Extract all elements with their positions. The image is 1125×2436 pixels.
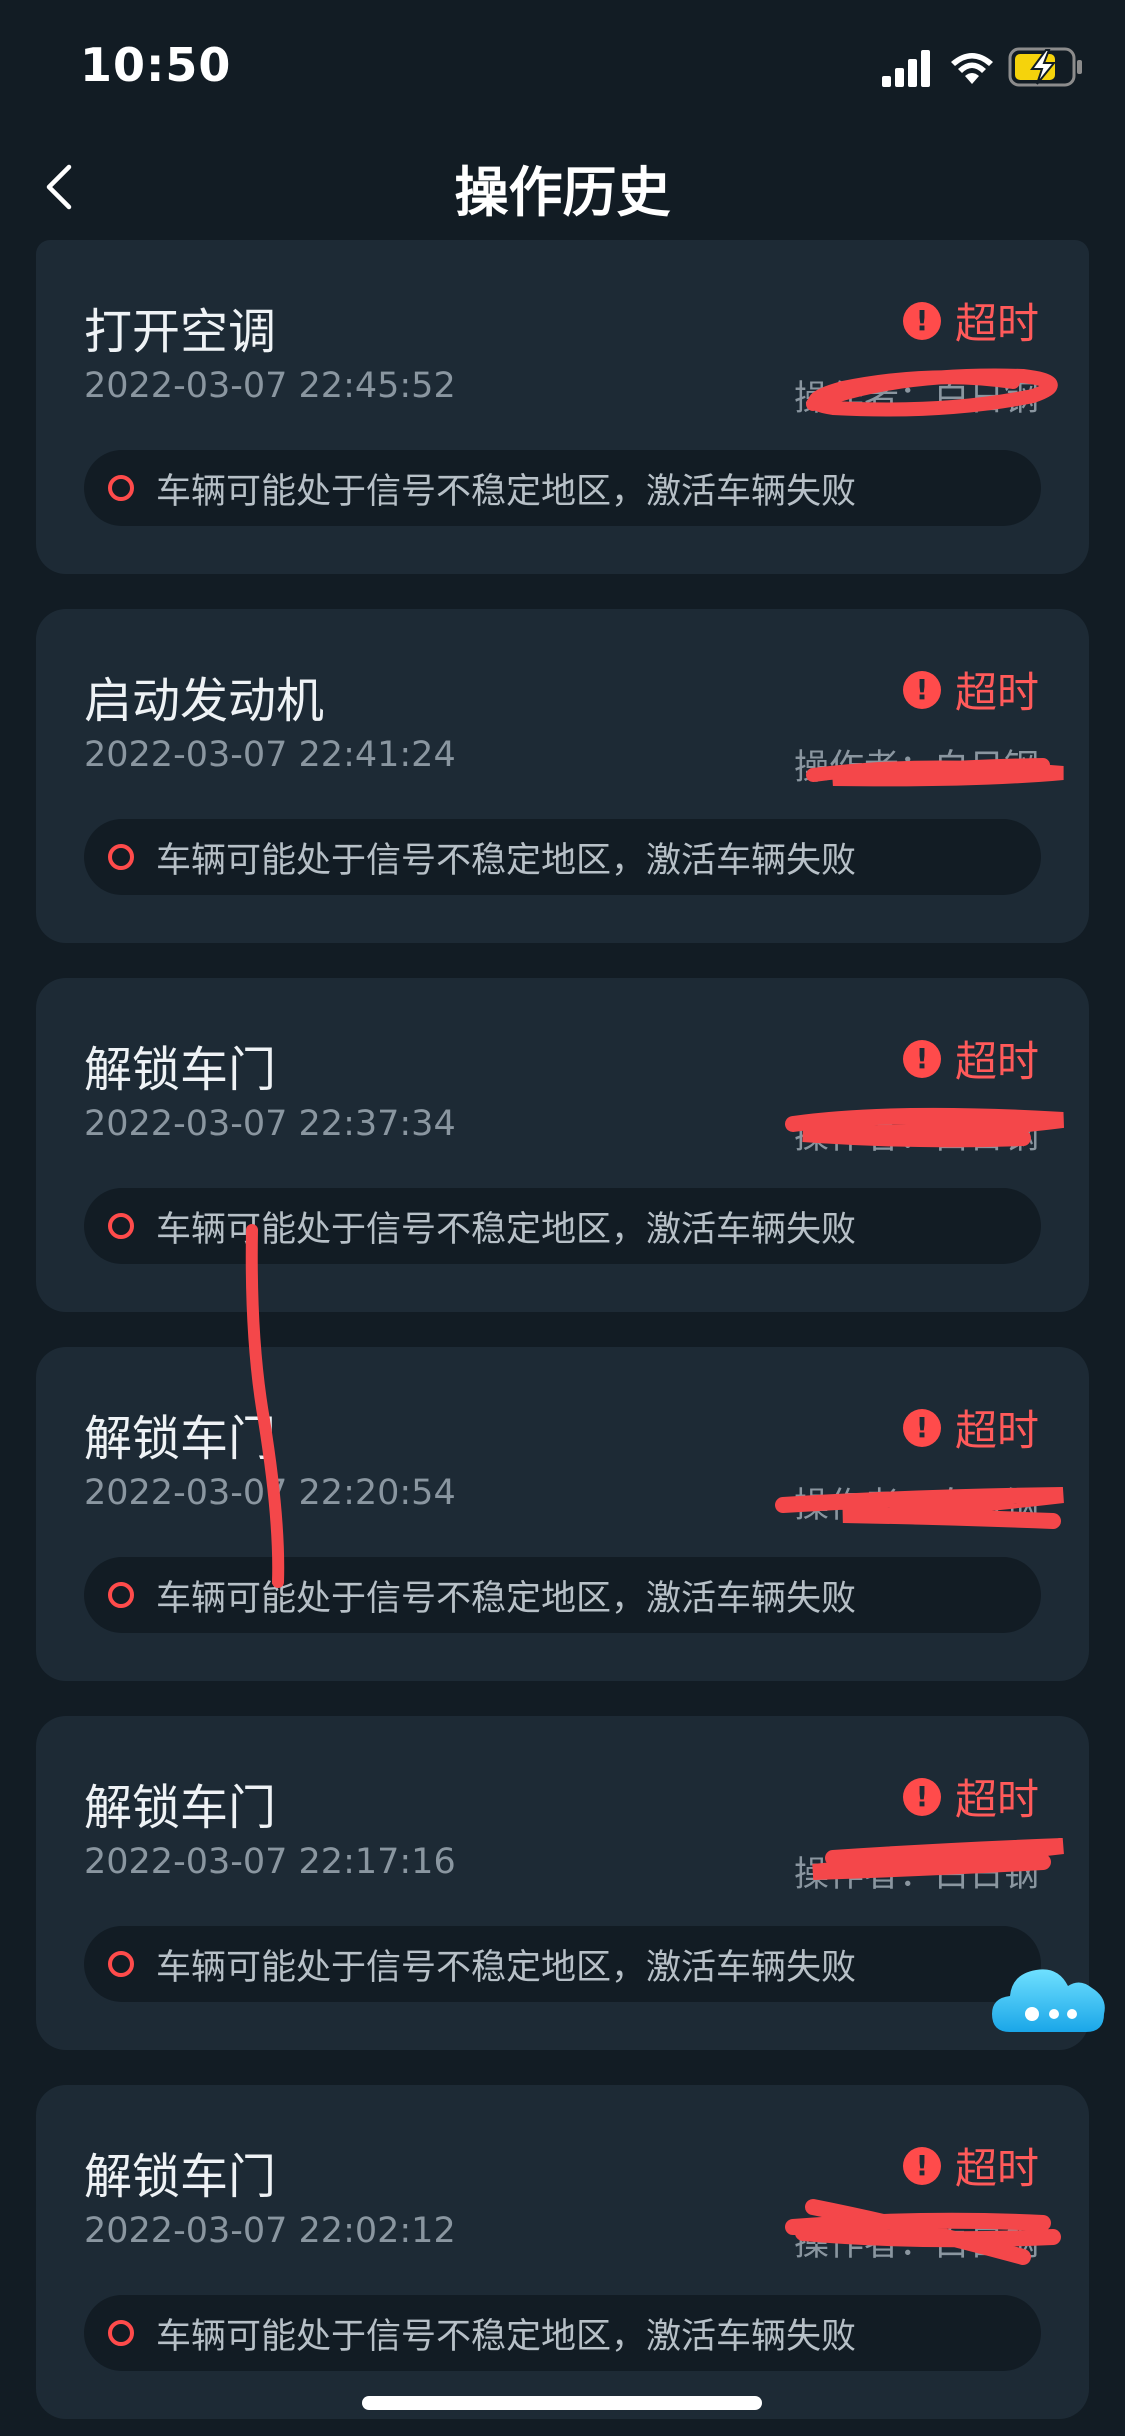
operation-title: 解锁车门 — [84, 2149, 277, 2205]
screen: 10:50 操作历史 打开空调 2022-03-07 22:45:52 ! 超时… — [0, 0, 1125, 2436]
status-badge: ! 超时 — [902, 2135, 1039, 2196]
circle-icon — [108, 1582, 134, 1608]
circle-icon — [108, 1213, 134, 1239]
reason-text: 车辆可能处于信号不稳定地区，激活车辆失败 — [156, 1209, 857, 1250]
operation-time: 2022-03-07 22:45:52 — [84, 366, 456, 406]
status-badge: ! 超时 — [902, 1028, 1039, 1089]
operation-title: 打开空调 — [84, 304, 277, 360]
history-card[interactable]: 解锁车门 2022-03-07 22:37:34 ! 超时 操作者：白日钢 车辆… — [36, 978, 1089, 1312]
operator-label: 操作者：白日钢 — [793, 379, 1039, 419]
operator-label: 操作者：白日钢 — [793, 1117, 1039, 1157]
operation-title: 启动发动机 — [84, 673, 325, 729]
page-title: 操作历史 — [454, 161, 671, 224]
reason-text: 车辆可能处于信号不稳定地区，激活车辆失败 — [156, 2316, 857, 2357]
history-card[interactable]: 打开空调 2022-03-07 22:45:52 ! 超时 操作者：白日钢 车辆… — [36, 240, 1089, 574]
reason-text: 车辆可能处于信号不稳定地区，激活车辆失败 — [156, 471, 857, 512]
alert-icon: ! — [902, 670, 941, 709]
status-text: 超时 — [954, 1406, 1039, 1455]
home-indicator — [362, 2396, 762, 2410]
status-text: 超时 — [954, 1037, 1039, 1086]
alert-icon: ! — [902, 1777, 941, 1816]
status-text: 超时 — [954, 2144, 1039, 2193]
alert-icon: ! — [902, 301, 941, 340]
status-badge: ! 超时 — [902, 659, 1039, 720]
status-text: 超时 — [954, 1775, 1039, 1824]
operator-label: 操作者：白日钢 — [793, 748, 1039, 788]
operator-label: 操作者：白日钢 — [793, 1855, 1039, 1895]
history-card[interactable]: 解锁车门 2022-03-07 22:02:12 ! 超时 操作者：白日钢 车辆… — [36, 2085, 1089, 2419]
failure-reason: 车辆可能处于信号不稳定地区，激活车辆失败 — [84, 819, 1041, 895]
operation-title: 解锁车门 — [84, 1411, 277, 1467]
operation-title: 解锁车门 — [84, 1042, 277, 1098]
status-time: 10:50 — [80, 38, 232, 92]
circle-icon — [108, 475, 134, 501]
failure-reason: 车辆可能处于信号不稳定地区，激活车辆失败 — [84, 1557, 1041, 1633]
cellular-signal-icon — [882, 50, 930, 87]
circle-icon — [108, 2320, 134, 2346]
operation-title: 解锁车门 — [84, 1780, 277, 1836]
status-text: 超时 — [954, 299, 1039, 348]
operator-label: 操作者：白日钢 — [793, 1486, 1039, 1526]
operation-time: 2022-03-07 22:20:54 — [84, 1473, 456, 1513]
failure-reason: 车辆可能处于信号不稳定地区，激活车辆失败 — [84, 450, 1041, 526]
operation-time: 2022-03-07 22:37:34 — [84, 1104, 456, 1144]
failure-reason: 车辆可能处于信号不稳定地区，激活车辆失败 — [84, 1188, 1041, 1264]
reason-text: 车辆可能处于信号不稳定地区，激活车辆失败 — [156, 1578, 857, 1619]
status-badge: ! 超时 — [902, 1397, 1039, 1458]
history-card[interactable]: 解锁车门 2022-03-07 22:20:54 ! 超时 操作者：白日钢 车辆… — [36, 1347, 1089, 1681]
failure-reason: 车辆可能处于信号不稳定地区，激活车辆失败 — [84, 2295, 1041, 2371]
nav-bar: 操作历史 — [0, 132, 1125, 244]
history-card[interactable]: 启动发动机 2022-03-07 22:41:24 ! 超时 操作者：白日钢 车… — [36, 609, 1089, 943]
operation-time: 2022-03-07 22:17:16 — [84, 1842, 456, 1882]
chat-assistant-button[interactable] — [988, 1956, 1112, 2038]
operation-time: 2022-03-07 22:02:12 — [84, 2211, 456, 2251]
battery-charging-icon — [1008, 47, 1082, 87]
status-badge: ! 超时 — [902, 290, 1039, 351]
reason-text: 车辆可能处于信号不稳定地区，激活车辆失败 — [156, 840, 857, 881]
reason-text: 车辆可能处于信号不稳定地区，激活车辆失败 — [156, 1947, 857, 1988]
circle-icon — [108, 1951, 134, 1977]
operation-time: 2022-03-07 22:41:24 — [84, 735, 456, 775]
status-bar: 10:50 — [0, 0, 1125, 132]
history-list[interactable]: 打开空调 2022-03-07 22:45:52 ! 超时 操作者：白日钢 车辆… — [36, 240, 1089, 2436]
history-card[interactable]: 解锁车门 2022-03-07 22:17:16 ! 超时 操作者：白日钢 车辆… — [36, 1716, 1089, 2050]
operator-label: 操作者：白日钢 — [793, 2224, 1039, 2264]
alert-icon: ! — [902, 2146, 941, 2185]
status-badge: ! 超时 — [902, 1766, 1039, 1827]
circle-icon — [108, 844, 134, 870]
failure-reason: 车辆可能处于信号不稳定地区，激活车辆失败 — [84, 1926, 1041, 2002]
alert-icon: ! — [902, 1408, 941, 1447]
wifi-icon — [951, 53, 993, 84]
alert-icon: ! — [902, 1039, 941, 1078]
status-text: 超时 — [954, 668, 1039, 717]
